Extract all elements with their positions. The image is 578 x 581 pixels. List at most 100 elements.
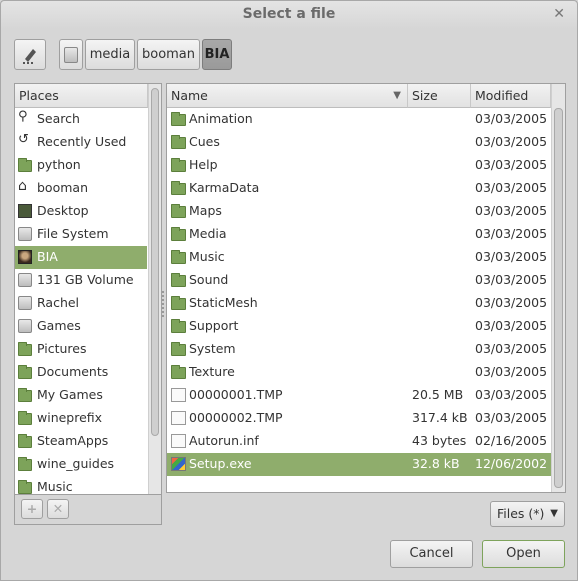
file-row[interactable]: Autorun.inf 43 bytes 02/16/2005: [167, 430, 551, 453]
folder-icon: [171, 319, 186, 333]
file-row[interactable]: Setup.exe 32.8 kB 12/06/2002: [167, 453, 551, 476]
file-name: Maps: [189, 203, 222, 218]
sidebar-item-search[interactable]: ⚲ Search: [15, 108, 147, 131]
desktop-icon: [18, 204, 32, 218]
binary-file-icon: [171, 411, 186, 425]
binary-file-icon: [171, 388, 186, 402]
sidebar-item-booman[interactable]: ⌂ booman: [15, 177, 147, 200]
file-row[interactable]: Music 03/03/2005: [167, 246, 551, 269]
file-row[interactable]: Maps 03/03/2005: [167, 200, 551, 223]
file-list-pane: Name ▼ Size Modified Animation 03/03/2005…: [166, 83, 566, 493]
file-row[interactable]: Animation 03/03/2005: [167, 108, 551, 131]
path-segment-bia[interactable]: BIA: [202, 39, 232, 70]
file-modified: 03/03/2005: [475, 295, 548, 310]
path-segment-booman[interactable]: booman: [137, 39, 200, 70]
pencil-icon: [23, 49, 36, 64]
sidebar-item-wineprefix[interactable]: wineprefix: [15, 407, 147, 430]
column-header-modified[interactable]: Modified: [471, 84, 551, 108]
add-bookmark-button[interactable]: +: [21, 499, 43, 519]
sidebar-item-recently-used[interactable]: ↺ Recently Used: [15, 131, 147, 154]
file-size: 317.4 kB: [412, 410, 468, 425]
file-name: 00000001.TMP: [189, 387, 283, 402]
file-row[interactable]: Sound 03/03/2005: [167, 269, 551, 292]
sidebar-item-rachel[interactable]: Rachel: [15, 292, 147, 315]
file-name: KarmaData: [189, 180, 260, 195]
sidebar-item-label: Music: [37, 479, 73, 494]
title-bar: Select a file ✕: [1, 1, 577, 29]
column-header-size[interactable]: Size: [408, 84, 471, 108]
sort-descending-icon: ▼: [393, 90, 401, 101]
sidebar-item-bia[interactable]: BIA: [15, 246, 147, 269]
file-name: Support: [189, 318, 239, 333]
column-header-name[interactable]: Name ▼: [167, 84, 408, 108]
sidebar-item-games[interactable]: Games: [15, 315, 147, 338]
cancel-button[interactable]: Cancel: [390, 540, 473, 568]
file-name: Autorun.inf: [189, 433, 259, 448]
path-segment-media[interactable]: media: [85, 39, 135, 70]
folder-icon: [171, 342, 186, 356]
file-name: Animation: [189, 111, 253, 126]
folder-icon: [18, 480, 32, 494]
file-row[interactable]: Cues 03/03/2005: [167, 131, 551, 154]
places-scrollbar[interactable]: [148, 84, 161, 494]
file-row[interactable]: 00000001.TMP 20.5 MB 03/03/2005: [167, 384, 551, 407]
file-modified: 03/03/2005: [475, 387, 548, 402]
search-icon: ⚲: [18, 109, 28, 124]
type-location-button[interactable]: [14, 39, 46, 70]
sidebar-item-label: python: [37, 157, 81, 172]
file-list-scrollbar[interactable]: [551, 84, 565, 492]
file-row[interactable]: Media 03/03/2005: [167, 223, 551, 246]
sidebar-item-label: Rachel: [37, 295, 80, 310]
column-name-label: Name: [171, 88, 208, 103]
sidebar-item-my-games[interactable]: My Games: [15, 384, 147, 407]
remove-bookmark-button[interactable]: ✕: [47, 499, 69, 519]
sidebar-item-wine-guides[interactable]: wine_guides: [15, 453, 147, 476]
file-modified: 03/03/2005: [475, 226, 548, 241]
file-modified: 03/03/2005: [475, 341, 548, 356]
file-filter-combo[interactable]: Files (*) ▼: [490, 501, 565, 527]
file-size: 32.8 kB: [412, 456, 460, 471]
pane-resize-handle[interactable]: [162, 291, 165, 317]
file-row[interactable]: Support 03/03/2005: [167, 315, 551, 338]
file-row[interactable]: Help 03/03/2005: [167, 154, 551, 177]
sidebar-item-131-gb-volume[interactable]: 131 GB Volume: [15, 269, 147, 292]
file-row[interactable]: KarmaData 03/03/2005: [167, 177, 551, 200]
sidebar-item-file-system[interactable]: File System: [15, 223, 147, 246]
sidebar-item-label: Recently Used: [37, 134, 127, 149]
file-modified: 03/03/2005: [475, 249, 548, 264]
sidebar-item-documents[interactable]: Documents: [15, 361, 147, 384]
file-name: Help: [189, 157, 218, 172]
sidebar-item-music[interactable]: Music: [15, 476, 147, 494]
open-button[interactable]: Open: [482, 540, 565, 568]
sidebar-item-python[interactable]: python: [15, 154, 147, 177]
sidebar-item-desktop[interactable]: Desktop: [15, 200, 147, 223]
sidebar-item-pictures[interactable]: Pictures: [15, 338, 147, 361]
folder-icon: [18, 457, 32, 471]
file-modified: 03/03/2005: [475, 134, 548, 149]
file-row[interactable]: System 03/03/2005: [167, 338, 551, 361]
file-size: 43 bytes: [412, 433, 467, 448]
folder-icon: [171, 273, 186, 287]
file-filter-label: Files (*): [497, 506, 545, 521]
file-row[interactable]: StaticMesh 03/03/2005: [167, 292, 551, 315]
file-name: 00000002.TMP: [189, 410, 283, 425]
path-root-button[interactable]: [59, 39, 83, 70]
sidebar-item-label: 131 GB Volume: [37, 272, 134, 287]
sidebar-item-label: BIA: [37, 249, 58, 264]
drive-icon: [18, 273, 32, 287]
documents-folder-icon: [18, 365, 32, 379]
avatar-icon: [18, 250, 32, 264]
sidebar-item-steamapps[interactable]: SteamApps: [15, 430, 147, 453]
file-name: Setup.exe: [189, 456, 252, 471]
sidebar-item-label: Pictures: [37, 341, 87, 356]
folder-icon: [171, 296, 186, 310]
file-name: Cues: [189, 134, 220, 149]
places-scrollbar-thumb[interactable]: [151, 88, 159, 436]
pictures-folder-icon: [18, 342, 32, 356]
sidebar-item-label: Documents: [37, 364, 109, 379]
file-row[interactable]: Texture 03/03/2005: [167, 361, 551, 384]
close-icon[interactable]: ✕: [553, 6, 565, 22]
folder-icon: [18, 158, 32, 172]
file-list-scrollbar-thumb[interactable]: [554, 108, 563, 488]
file-row[interactable]: 00000002.TMP 317.4 kB 03/03/2005: [167, 407, 551, 430]
